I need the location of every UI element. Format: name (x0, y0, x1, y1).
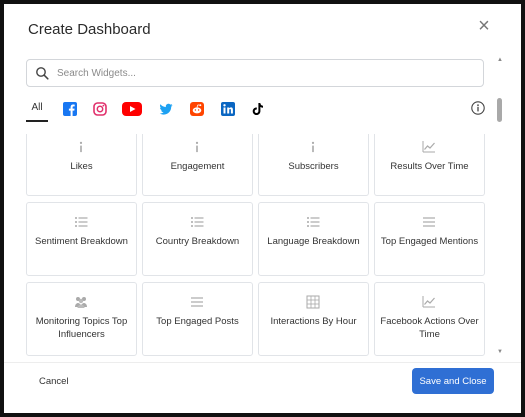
line-chart-icon (422, 296, 435, 308)
widget-label: Interactions By Hour (270, 316, 357, 327)
widget-label: Results Over Time (390, 161, 469, 172)
line-chart-icon (422, 141, 435, 153)
search-icon (36, 67, 49, 80)
widget-card[interactable]: Top Engaged Mentions (374, 202, 485, 276)
youtube-icon[interactable] (122, 101, 142, 117)
info-icon (311, 141, 315, 153)
lines-icon (423, 217, 435, 227)
info-icon (79, 141, 83, 153)
scroll-up-icon[interactable]: ▲ (496, 56, 504, 64)
widget-label: Subscribers (288, 161, 339, 172)
create-dashboard-dialog: Create Dashboard × All (0, 0, 525, 417)
widget-card[interactable]: Engagement (142, 134, 253, 196)
people-icon (75, 297, 87, 308)
reddit-icon[interactable] (190, 102, 204, 116)
twitter-icon[interactable] (159, 102, 173, 116)
close-icon[interactable]: × (474, 16, 494, 36)
dialog-title: Create Dashboard (28, 21, 151, 38)
widget-card[interactable]: Country Breakdown (142, 202, 253, 276)
widget-grid: Likes Engagement Subscribers Results Over T… (26, 134, 486, 356)
list-icon (191, 217, 204, 227)
widget-label: Top Engaged Posts (156, 316, 239, 327)
search-input[interactable] (57, 63, 467, 83)
widget-label: Likes (70, 161, 93, 172)
linkedin-icon[interactable] (221, 102, 235, 116)
instagram-icon[interactable] (93, 102, 107, 116)
widget-label: Facebook Actions Over Time (380, 316, 479, 340)
widget-label: Sentiment Breakdown (35, 236, 128, 247)
widget-card[interactable]: Top Engaged Posts (142, 282, 253, 356)
lines-icon (191, 297, 203, 307)
widget-label: Monitoring Topics Top Influencers (35, 316, 128, 340)
footer-divider (4, 362, 521, 363)
widget-card[interactable]: Language Breakdown (258, 202, 369, 276)
widget-card[interactable]: Interactions By Hour (258, 282, 369, 356)
widget-card[interactable]: Results Over Time (374, 134, 485, 196)
widget-label: Language Breakdown (267, 236, 360, 247)
widget-card[interactable]: Subscribers (258, 134, 369, 196)
widget-card[interactable]: Monitoring Topics Top Influencers (26, 282, 137, 356)
tab-all[interactable]: All (26, 100, 48, 122)
info-icon (195, 141, 199, 153)
list-icon (75, 217, 88, 227)
widget-card[interactable]: Sentiment Breakdown (26, 202, 137, 276)
tiktok-icon[interactable] (251, 102, 265, 116)
list-icon (307, 217, 320, 227)
widget-card[interactable]: Likes (26, 134, 137, 196)
save-and-close-button[interactable]: Save and Close (412, 368, 494, 394)
widget-card[interactable]: Facebook Actions Over Time (374, 282, 485, 356)
grid-icon (306, 295, 320, 309)
cancel-button[interactable]: Cancel (39, 376, 69, 387)
search-box (26, 59, 484, 87)
info-icon[interactable] (471, 101, 485, 115)
widget-label: Engagement (170, 161, 225, 172)
facebook-icon[interactable] (63, 102, 77, 116)
vertical-scrollbar[interactable]: ▲ ▼ (496, 56, 504, 358)
scroll-down-icon[interactable]: ▼ (496, 348, 504, 356)
scrollbar-thumb[interactable] (497, 98, 502, 122)
widget-label: Top Engaged Mentions (380, 236, 479, 247)
widget-label: Country Breakdown (155, 236, 240, 247)
